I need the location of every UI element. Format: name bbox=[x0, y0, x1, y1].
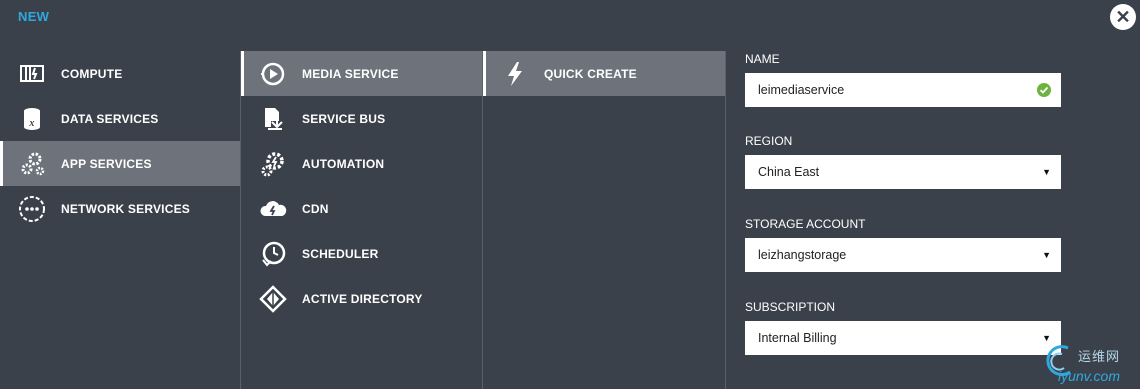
automation-icon bbox=[259, 150, 287, 178]
category-list: COMPUTE x DATA SERVICES APP SERVICES NET… bbox=[0, 51, 240, 389]
storage-value: leizhangstorage bbox=[758, 248, 847, 262]
watermark-en: iyunv.com bbox=[1058, 368, 1120, 384]
service-media-service[interactable]: MEDIA SERVICE bbox=[241, 51, 483, 96]
service-label: SERVICE BUS bbox=[302, 111, 386, 126]
service-service-bus[interactable]: SERVICE BUS bbox=[241, 96, 483, 141]
lightning-icon bbox=[501, 60, 529, 88]
action-quick-create[interactable]: QUICK CREATE bbox=[483, 51, 725, 96]
category-app-services[interactable]: APP SERVICES bbox=[0, 141, 240, 186]
subscription-select[interactable]: Internal Billing ▼ bbox=[745, 321, 1061, 355]
chevron-down-icon: ▼ bbox=[1042, 250, 1051, 260]
service-label: MEDIA SERVICE bbox=[302, 66, 399, 81]
service-automation[interactable]: AUTOMATION bbox=[241, 141, 483, 186]
category-label: APP SERVICES bbox=[61, 156, 152, 171]
storage-group: STORAGE ACCOUNT leizhangstorage ▼ bbox=[745, 217, 1061, 272]
name-value: leimediaservice bbox=[758, 83, 845, 97]
region-group: REGION China East ▼ bbox=[745, 134, 1061, 189]
subscription-group: SUBSCRIPTION Internal Billing ▼ bbox=[745, 300, 1061, 355]
action-label: QUICK CREATE bbox=[544, 66, 637, 81]
close-icon[interactable]: ✕ bbox=[1110, 4, 1136, 30]
action-list: QUICK CREATE bbox=[482, 51, 726, 389]
service-list: MEDIA SERVICE SERVICE BUS AUTOMATION CDN… bbox=[240, 51, 483, 389]
subscription-value: Internal Billing bbox=[758, 331, 837, 345]
cdn-icon bbox=[259, 195, 287, 223]
network-services-icon bbox=[18, 195, 46, 223]
region-label: REGION bbox=[745, 134, 793, 148]
category-compute[interactable]: COMPUTE bbox=[0, 51, 240, 96]
compute-icon bbox=[18, 60, 46, 88]
subscription-label: SUBSCRIPTION bbox=[745, 300, 836, 314]
service-label: AUTOMATION bbox=[302, 156, 385, 171]
category-network-services[interactable]: NETWORK SERVICES bbox=[0, 186, 240, 231]
service-label: CDN bbox=[302, 201, 329, 216]
scheduler-icon bbox=[259, 240, 287, 268]
service-cdn[interactable]: CDN bbox=[241, 186, 483, 231]
category-label: COMPUTE bbox=[61, 66, 123, 81]
chevron-down-icon: ▼ bbox=[1042, 167, 1051, 177]
data-services-icon: x bbox=[18, 105, 46, 133]
service-bus-icon bbox=[259, 105, 287, 133]
category-data-services[interactable]: x DATA SERVICES bbox=[0, 96, 240, 141]
region-value: China East bbox=[758, 165, 820, 179]
category-label: DATA SERVICES bbox=[61, 111, 159, 126]
watermark: 运维网 iyunv.com bbox=[1040, 342, 1140, 389]
valid-check-icon bbox=[1037, 83, 1051, 97]
storage-label: STORAGE ACCOUNT bbox=[745, 217, 866, 231]
watermark-cn: 运维网 bbox=[1078, 349, 1121, 364]
active-directory-icon bbox=[259, 284, 287, 313]
service-label: ACTIVE DIRECTORY bbox=[302, 291, 423, 306]
media-service-icon bbox=[259, 60, 287, 88]
app-services-icon bbox=[18, 150, 46, 178]
service-scheduler[interactable]: SCHEDULER bbox=[241, 231, 483, 276]
service-active-directory[interactable]: ACTIVE DIRECTORY bbox=[241, 276, 483, 321]
name-label: NAME bbox=[745, 52, 780, 66]
name-group: NAME leimediaservice bbox=[745, 52, 1061, 107]
category-label: NETWORK SERVICES bbox=[61, 201, 190, 216]
service-label: SCHEDULER bbox=[302, 246, 379, 261]
region-select[interactable]: China East ▼ bbox=[745, 155, 1061, 189]
svg-text:x: x bbox=[28, 118, 34, 129]
storage-select[interactable]: leizhangstorage ▼ bbox=[745, 238, 1061, 272]
dialog-title: NEW bbox=[18, 9, 50, 24]
name-field[interactable]: leimediaservice bbox=[745, 73, 1061, 107]
